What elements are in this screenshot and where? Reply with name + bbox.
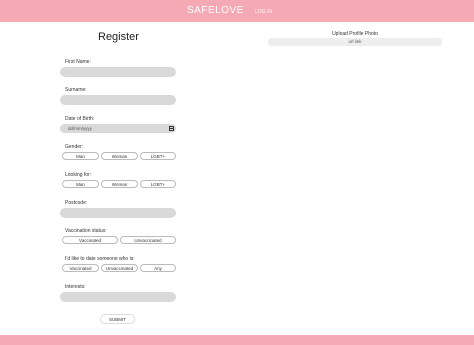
surname-input[interactable] xyxy=(60,95,176,105)
date-preference-label: I'd like to date someone who is: xyxy=(65,256,135,262)
upload-photo-label: Upload Profile Photo xyxy=(332,31,378,37)
gender-option-man[interactable]: Man xyxy=(62,152,99,160)
interests-label: Interests: xyxy=(65,284,86,290)
photo-url-input[interactable]: url link xyxy=(268,38,442,46)
photo-url-label: url link xyxy=(348,39,362,44)
gender-option-woman[interactable]: Woman xyxy=(101,152,138,160)
dob-label: Date of Birth: xyxy=(65,116,95,122)
looking-option-man[interactable]: Man xyxy=(62,180,99,188)
looking-for-label: Looking for: xyxy=(65,172,92,178)
page-title: Register xyxy=(98,31,139,43)
dob-placeholder: dd/mm/yyyy xyxy=(68,126,93,131)
date-pref-option-any[interactable]: Any xyxy=(140,264,176,272)
interests-input[interactable] xyxy=(60,292,176,302)
first-name-input[interactable] xyxy=(60,67,176,77)
submit-button[interactable]: SUBMIT xyxy=(100,314,135,324)
postcode-input[interactable] xyxy=(60,208,176,218)
dob-input[interactable]: dd/mm/yyyy xyxy=(60,124,176,133)
surname-label: Surname: xyxy=(65,87,87,93)
footer-bar xyxy=(0,335,474,345)
calendar-icon[interactable] xyxy=(169,126,174,131)
vaccination-option-vaccinated[interactable]: Vaccinated xyxy=(62,236,118,244)
postcode-label: Postcode: xyxy=(65,200,88,206)
date-pref-option-vaccinated[interactable]: Vaccinated xyxy=(62,264,99,272)
first-name-label: First Name: xyxy=(65,59,91,65)
gender-label: Gender: xyxy=(65,144,84,150)
gender-option-lgbt[interactable]: LGBT+ xyxy=(140,152,176,160)
date-pref-option-unvaccinated[interactable]: Unvaccinated xyxy=(101,264,138,272)
vaccination-status-label: Vaccination status: xyxy=(65,228,107,234)
looking-option-lgbt[interactable]: LGBT+ xyxy=(140,180,176,188)
vaccination-option-unvaccinated[interactable]: Unvaccinated xyxy=(120,236,176,244)
login-link[interactable]: LOG IN xyxy=(255,9,272,15)
looking-option-woman[interactable]: Woman xyxy=(101,180,138,188)
top-nav-bar: SAFELOVE LOG IN xyxy=(0,0,474,22)
brand-logo-text[interactable]: SAFELOVE xyxy=(187,5,244,16)
